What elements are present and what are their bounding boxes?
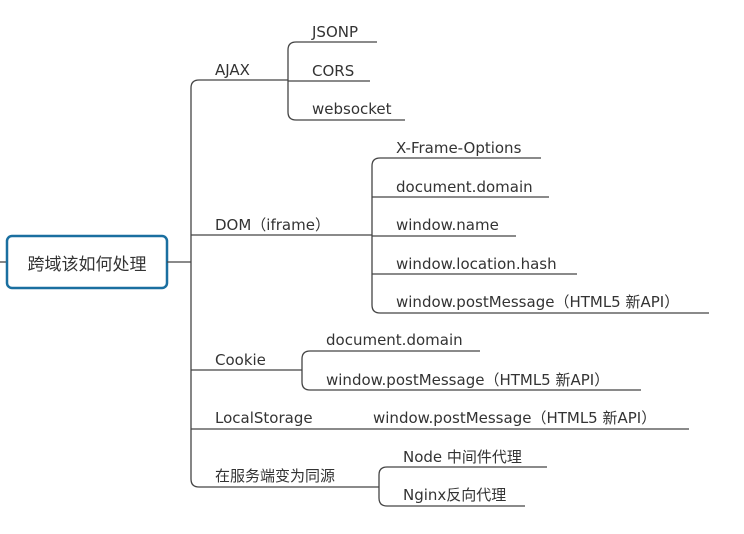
leaf-jsonp-label: JSONP [311,23,358,41]
leaf-node-middleware-proxy[interactable]: Node 中间件代理 [387,448,547,468]
leaf-window-name-label: window.name [396,216,499,234]
branch-cookie[interactable]: Cookie [191,351,302,371]
leaf-nginx-reverse-proxy-label: Nginx反向代理 [403,486,506,504]
branch-server-same-origin-label: 在服务端变为同源 [215,467,335,485]
leaf-node-middleware-proxy-label: Node 中间件代理 [403,448,522,466]
leaf-x-frame-options[interactable]: X-Frame-Options [380,139,541,159]
leaf-cookie-postmessage-label: window.postMessage（HTML5 新API） [326,371,609,389]
main-trunk [190,79,200,488]
branch-ajax[interactable]: AJAX [199,61,288,81]
leaf-dom-document-domain[interactable]: document.domain [372,178,549,198]
branch-cookie-children-trunk [301,350,311,391]
leaf-window-location-hash-label: window.location.hash [396,255,557,273]
leaf-cookie-document-domain[interactable]: document.domain [310,331,480,352]
branch-server-children-trunk [378,466,388,507]
branch-localstorage-label: LocalStorage [215,409,313,427]
branch-server-same-origin[interactable]: 在服务端变为同源 [199,467,379,488]
branch-dom-label: DOM（iframe） [215,216,330,234]
leaf-dom-document-domain-label: document.domain [396,178,533,196]
leaf-cors[interactable]: CORS [288,62,370,82]
leaf-cors-label: CORS [312,62,354,80]
leaf-websocket[interactable]: websocket [296,100,405,121]
leaf-websocket-label: websocket [312,100,392,118]
leaf-window-location-hash[interactable]: window.location.hash [372,255,577,275]
leaf-jsonp[interactable]: JSONP [296,23,377,43]
leaf-cookie-document-domain-label: document.domain [326,331,463,349]
branch-cookie-label: Cookie [215,351,266,369]
leaf-cookie-postmessage[interactable]: window.postMessage（HTML5 新API） [310,371,641,391]
leaf-dom-postmessage[interactable]: window.postMessage（HTML5 新API） [380,293,709,314]
branch-ajax-label: AJAX [215,61,250,79]
root-node[interactable]: 跨域该如何处理 [5,234,169,290]
leaf-window-name[interactable]: window.name [372,216,516,237]
leaf-localstorage-postmessage-label: window.postMessage（HTML5 新API） [373,409,656,427]
leaf-nginx-reverse-proxy[interactable]: Nginx反向代理 [387,486,525,507]
branch-localstorage[interactable]: LocalStorage window.postMessage（HTML5 新A… [191,409,689,430]
root-label: 跨域该如何处理 [28,255,147,275]
leaf-x-frame-options-label: X-Frame-Options [396,139,522,157]
mind-map: 跨域该如何处理 AJAX JSONP CORS websocket DOM（if… [0,23,709,507]
branch-dom[interactable]: DOM（iframe） [191,216,372,236]
leaf-dom-postmessage-label: window.postMessage（HTML5 新API） [396,293,679,311]
